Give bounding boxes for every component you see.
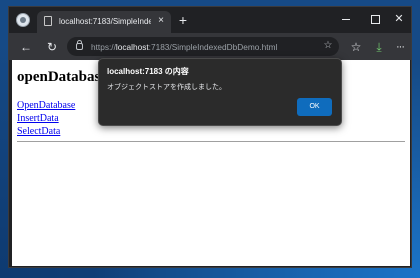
browser-toolbar: ← ↻ https://localhost:7183/SimpleIndexed… bbox=[9, 33, 411, 60]
page-icon bbox=[44, 16, 52, 26]
insert-data-link[interactable]: InsertData bbox=[17, 113, 59, 124]
tab-bar: localhost:7183/SimpleIndexedDbDemo.html … bbox=[9, 7, 411, 33]
tab-close-icon[interactable]: × bbox=[155, 15, 167, 27]
profile-avatar-icon[interactable] bbox=[16, 13, 30, 27]
ok-button[interactable]: OK bbox=[297, 98, 332, 116]
lock-icon[interactable] bbox=[76, 40, 83, 50]
star-icon[interactable]: ☆ bbox=[322, 40, 334, 52]
select-data-link[interactable]: SelectData bbox=[17, 126, 60, 137]
page-title: openDatabase bbox=[17, 69, 108, 85]
browser-tab[interactable]: localhost:7183/SimpleIndexedDbDemo.html … bbox=[37, 11, 171, 33]
dialog-message: オブジェクトストアを作成しました。 bbox=[107, 84, 226, 91]
back-button[interactable]: ← bbox=[18, 39, 34, 55]
address-bar[interactable]: https://localhost:7183/SimpleIndexedDbDe… bbox=[67, 37, 339, 56]
window-bottom-border bbox=[9, 266, 411, 267]
url-path: :7183/SimpleIndexedDbDemo.html bbox=[148, 42, 278, 52]
dialog-title: localhost:7183 の内容 bbox=[107, 67, 189, 76]
url-scheme: https:// bbox=[91, 42, 116, 52]
url-host: localhost bbox=[115, 42, 149, 52]
address-url[interactable]: https://localhost:7183/SimpleIndexedDbDe… bbox=[91, 41, 305, 53]
more-menu-button[interactable]: ··· bbox=[392, 39, 408, 55]
open-database-link[interactable]: OpenDatabase bbox=[17, 100, 75, 111]
favorites-button[interactable]: ☆ bbox=[348, 39, 364, 55]
download-button[interactable]: ⤓ bbox=[371, 39, 387, 55]
alert-dialog: localhost:7183 の内容 オブジェクトストアを作成しました。 OK bbox=[98, 58, 342, 126]
maximize-button[interactable] bbox=[365, 11, 385, 27]
browser-window: localhost:7183/SimpleIndexedDbDemo.html … bbox=[8, 6, 412, 268]
new-tab-button[interactable]: + bbox=[176, 13, 190, 27]
window-close-button[interactable]: ✕ bbox=[389, 11, 409, 27]
horizontal-rule bbox=[17, 141, 405, 142]
tab-title: localhost:7183/SimpleIndexedDbDemo.html bbox=[59, 17, 151, 26]
refresh-button[interactable]: ↻ bbox=[44, 39, 60, 55]
minimize-button[interactable] bbox=[336, 11, 356, 27]
